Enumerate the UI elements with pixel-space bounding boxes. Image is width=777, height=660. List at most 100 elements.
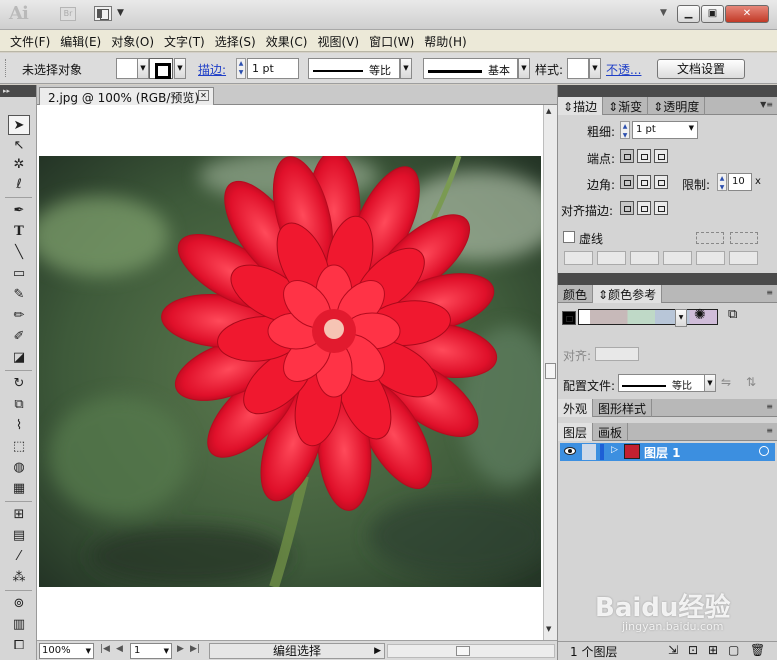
close-button[interactable]: ✕ [725,5,769,23]
line-tool-icon[interactable]: ╲ [8,243,30,263]
next-artboard-icon[interactable]: ▶ [177,644,184,654]
blend-tool-icon[interactable]: ⁂ [8,568,30,588]
blob-brush-tool-icon[interactable]: ✐ [8,327,30,347]
butt-cap-icon[interactable] [620,149,634,163]
round-cap-icon[interactable] [637,149,651,163]
limit-field[interactable]: 10 [728,173,752,191]
style-swatch[interactable] [567,58,589,79]
tab-color[interactable]: 颜色 [558,285,594,303]
maximize-button[interactable]: ▣ [701,5,724,23]
horizontal-scrollbar[interactable] [387,644,555,658]
column-graph-tool-icon[interactable]: ▥ [8,615,30,635]
scale-tool-icon[interactable]: ⧉ [8,395,30,415]
gap-field-1[interactable] [597,251,626,265]
previous-artboard-icon[interactable]: ◀ [116,644,123,654]
panel-collapse-bar[interactable] [558,85,777,97]
target-circle-icon[interactable] [759,446,769,456]
menu-object[interactable]: 对象(O) [106,30,159,51]
zoom-dropdown-icon[interactable]: ▼ [86,644,91,658]
dash-align-icon[interactable] [730,232,758,244]
artboard-canvas[interactable] [37,105,543,640]
gap-field-2[interactable] [663,251,692,265]
harmony-rules-dropdown[interactable]: ▼ [675,309,687,327]
artboard-number-field[interactable]: 1 ▼ [130,643,172,659]
dash-preserve-icon[interactable] [696,232,724,244]
last-artboard-icon[interactable]: ▶| [190,644,200,654]
status-menu-icon[interactable]: ▶ [374,644,381,658]
stroke-weight-field[interactable]: 1 pt [247,58,299,79]
profile-dropdown[interactable]: ▼ [704,374,716,392]
perspective-grid-tool-icon[interactable]: ▦ [8,479,30,499]
gradient-tool-icon[interactable]: ▤ [8,526,30,546]
base-color-swatch[interactable] [562,311,576,325]
type-tool-icon[interactable]: T [8,222,30,242]
flower-photo[interactable] [39,156,541,587]
layer-name[interactable]: 图层 1 [644,444,681,461]
magic-wand-tool-icon[interactable]: ✲ [8,155,30,175]
chevron-down-icon[interactable]: ▼ [117,8,124,18]
tab-appearance[interactable]: 外观 [558,399,594,417]
brush-dropdown[interactable]: ▼ [518,58,530,79]
stroke-weight-spinner[interactable]: ▲ ▼ [236,58,246,79]
stroke-swatch[interactable] [149,58,173,79]
menu-window[interactable]: 窗口(W) [364,30,419,51]
dashed-line-checkbox[interactable] [563,231,575,243]
new-sublayer-icon[interactable]: ⊞ [708,643,718,657]
visibility-eye-icon[interactable] [564,447,576,455]
color-panel-menu-icon[interactable]: ≡ [766,288,773,297]
appearance-panel-menu-icon[interactable]: ≡ [766,402,773,411]
bevel-join-icon[interactable] [654,175,668,189]
clipping-mask-icon[interactable]: ⊡ [688,643,698,657]
new-layer-icon[interactable]: ▢ [728,643,739,657]
menu-file[interactable]: 文件(F) [5,30,55,51]
brush-field[interactable]: 基本 [423,58,518,79]
fill-dropdown[interactable]: ▼ [137,58,149,79]
style-dropdown[interactable]: ▼ [589,58,601,79]
artboard-tool-icon[interactable]: ⧠ [8,636,30,656]
menu-effect[interactable]: 效果(C) [261,30,313,51]
symbol-sprayer-tool-icon[interactable]: ⊚ [8,594,30,614]
menu-edit[interactable]: 编辑(E) [55,30,106,51]
rotate-tool-icon[interactable]: ↻ [8,374,30,394]
scroll-down-icon[interactable]: ▼ [546,625,551,633]
stroke-link[interactable]: 描边: [198,61,226,78]
dash-field-3[interactable] [696,251,725,265]
horizontal-scroll-thumb[interactable] [456,646,470,656]
stroke-color-dropdown[interactable]: ▼ [174,58,186,79]
menu-type[interactable]: 文字(T) [159,30,210,51]
tab-gradient[interactable]: ⇕渐变 [603,97,649,115]
gap-field-3[interactable] [729,251,758,265]
pen-tool-icon[interactable]: ✒ [8,201,30,221]
warp-tool-icon[interactable]: ⌇ [8,416,30,436]
save-color-group-icon[interactable]: ⧉ [728,307,737,322]
limit-spinner[interactable]: ▲ ▼ [717,173,727,191]
vertical-scroll-thumb[interactable] [545,363,556,379]
align-inside-icon[interactable] [637,201,651,215]
eraser-tool-icon[interactable]: ◪ [8,348,30,368]
paintbrush-tool-icon[interactable]: ✎ [8,285,30,305]
opacity-link[interactable]: 不透... [606,61,641,78]
align-outside-icon[interactable] [654,201,668,215]
tab-layers[interactable]: 图层 [558,423,594,441]
tab-transparency[interactable]: ⇕透明度 [648,97,706,115]
menu-view[interactable]: 视图(V) [312,30,364,51]
profile-field[interactable]: 等比 [618,374,710,392]
tab-artboards[interactable]: 画板 [593,423,629,441]
scroll-up-icon[interactable]: ▲ [546,107,551,115]
layers-panel-menu-icon[interactable]: ≡ [766,426,773,435]
projecting-cap-icon[interactable] [654,149,668,163]
weight-dropdown-icon[interactable]: ▼ [689,124,694,132]
free-transform-tool-icon[interactable]: ⬚ [8,437,30,457]
pencil-tool-icon[interactable]: ✏ [8,306,30,326]
dash-field-1[interactable] [564,251,593,265]
tab-color-guide[interactable]: ⇕颜色参考 [593,285,663,303]
expand-layer-icon[interactable]: ▷ [611,445,618,455]
first-artboard-icon[interactable]: |◀ [100,644,110,654]
arrange-documents-icon[interactable] [94,6,112,21]
tab-stroke[interactable]: ⇕描边 [558,97,604,115]
mesh-tool-icon[interactable]: ⊞ [8,505,30,525]
minimize-button[interactable]: ▁ [677,5,700,23]
direct-selection-tool-icon[interactable]: ↖ [8,136,30,156]
eyedropper-tool-icon[interactable]: ⁄ [8,547,30,567]
vertical-scrollbar[interactable]: ▲ ▼ [543,105,557,640]
